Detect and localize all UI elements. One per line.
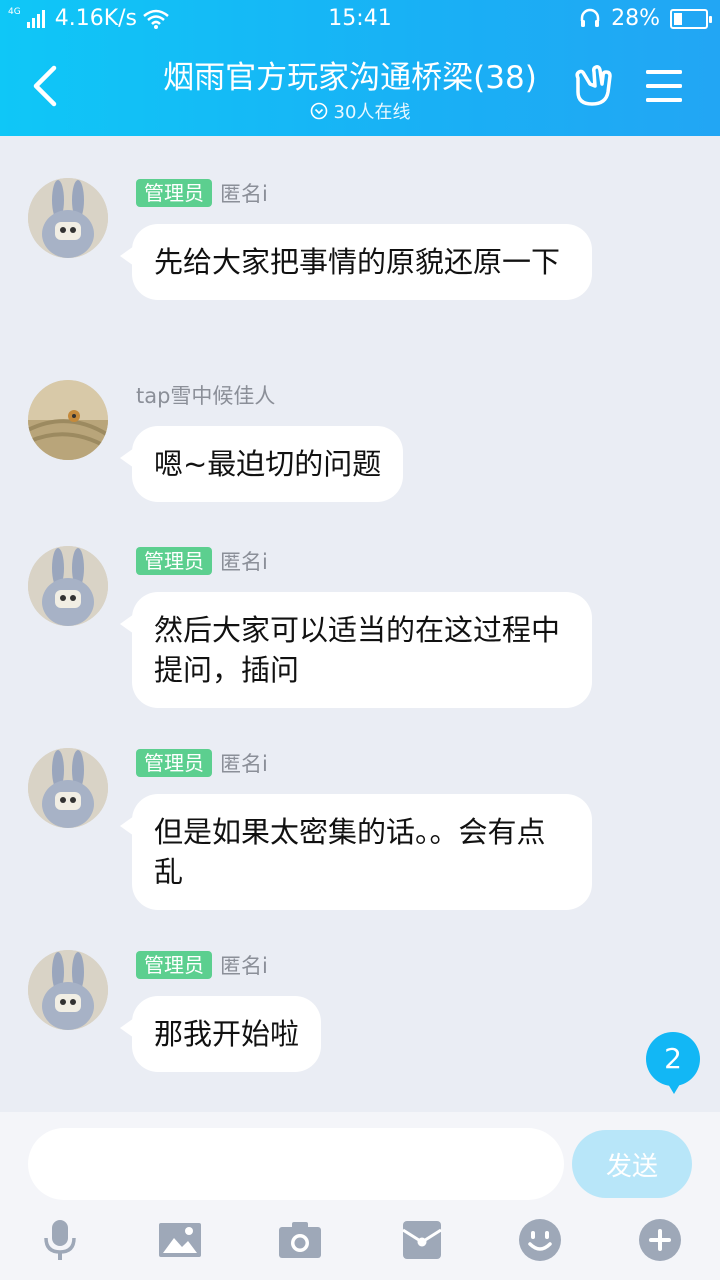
menu-icon[interactable]: [644, 66, 684, 106]
photo-avatar[interactable]: [28, 380, 108, 460]
admin-badge: 管理员: [136, 179, 212, 207]
rabbit-avatar[interactable]: [28, 546, 108, 626]
message-bubble[interactable]: 那我开始啦: [119, 996, 322, 1072]
unread-badge[interactable]: 2: [646, 1032, 700, 1094]
message-bubble[interactable]: 嗯~最迫切的问题: [119, 426, 404, 502]
top-bar: 4G 4.16K/s 15:41 28% 烟雨官方玩家沟通桥梁(38) 30人在…: [0, 0, 720, 136]
input-bar: 发送: [0, 1112, 720, 1280]
online-count: 30人在线: [333, 102, 411, 123]
admin-badge: 管理员: [136, 547, 212, 575]
camera-icon[interactable]: [278, 1218, 322, 1262]
hand-gesture-icon[interactable]: [570, 60, 616, 108]
rabbit-avatar[interactable]: [28, 178, 108, 258]
message-bubble[interactable]: 先给大家把事情的原貌还原一下: [120, 224, 592, 300]
message-bubble[interactable]: 然后大家可以适当的在这过程中提问，插问: [120, 592, 592, 708]
sender-name[interactable]: 匿名i: [220, 546, 268, 576]
rabbit-avatar[interactable]: [28, 950, 108, 1030]
battery-fill: [674, 12, 682, 25]
admin-badge: 管理员: [136, 749, 212, 777]
chat-list[interactable]: 管理员 匿名i 先给大家把事情的原貌还原一下 tap雪中候佳人 嗯~最迫切的问题: [0, 136, 720, 1112]
emoji-icon[interactable]: [518, 1218, 562, 1262]
battery-icon: [670, 8, 712, 29]
group-title[interactable]: 烟雨官方玩家沟通桥梁(38): [140, 52, 560, 97]
red-packet-icon[interactable]: [400, 1218, 444, 1262]
headset-icon: [580, 8, 600, 27]
message-bubble[interactable]: 但是如果太密集的话。。会有点乱: [120, 794, 592, 910]
chevron-circle-icon: [310, 102, 327, 120]
sender-name[interactable]: 匿名i: [220, 748, 268, 778]
sender-name[interactable]: 匿名i: [220, 950, 268, 980]
plus-icon[interactable]: [638, 1218, 682, 1262]
admin-badge: 管理员: [136, 951, 212, 979]
microphone-icon[interactable]: [38, 1218, 82, 1262]
message-input[interactable]: [28, 1128, 564, 1200]
battery-text: 28%: [611, 6, 660, 31]
input-toolbar: [0, 1212, 720, 1272]
status-bar: 4G 4.16K/s 15:41 28%: [0, 0, 720, 38]
rabbit-avatar[interactable]: [28, 748, 108, 828]
sender-name[interactable]: 匿名i: [220, 178, 268, 208]
sender-name[interactable]: tap雪中候佳人: [136, 380, 275, 410]
image-icon[interactable]: [158, 1218, 202, 1262]
send-button[interactable]: 发送: [572, 1130, 692, 1198]
